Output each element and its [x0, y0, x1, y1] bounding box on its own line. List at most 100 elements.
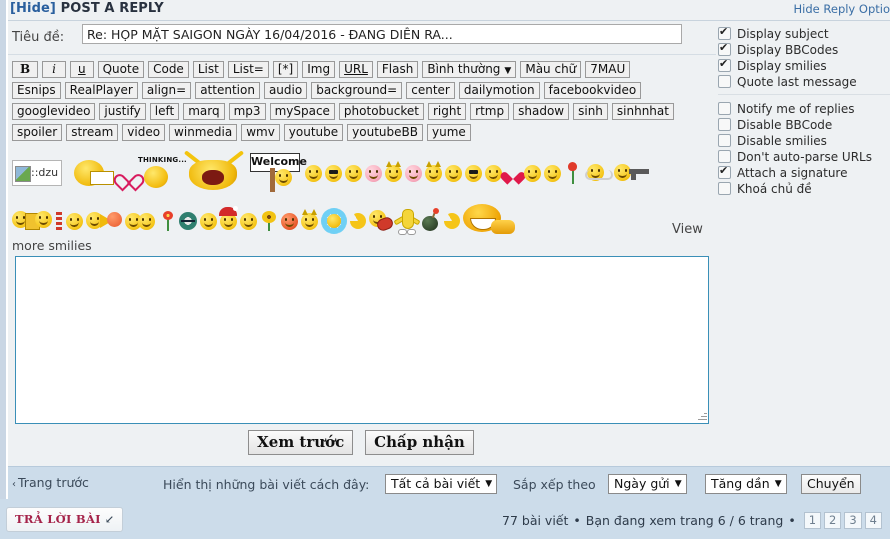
smiley-gun-icon[interactable]: [614, 162, 652, 184]
submit-button[interactable]: Chấp nhận: [365, 430, 474, 455]
bbcode-list-eq-button[interactable]: List=: [227, 61, 269, 78]
smiley-laugh-icon[interactable]: [345, 164, 362, 182]
smiley-banana-dance-icon[interactable]: [393, 207, 421, 235]
smiley-angry-devil-icon[interactable]: [425, 160, 442, 182]
bbcode-photobucket-button[interactable]: photobucket: [338, 103, 424, 120]
page-link-2[interactable]: 2: [824, 512, 842, 529]
checkbox-display-subject[interactable]: [718, 25, 731, 40]
smiley-beer-cheers-icon[interactable]: [12, 210, 52, 232]
bbcode-shadow-button[interactable]: shadow: [513, 103, 570, 120]
broken-image-smiley[interactable]: ::dzu: [12, 160, 62, 186]
view-more-smilies-link[interactable]: View: [672, 222, 703, 237]
page-link-4[interactable]: 4: [864, 512, 882, 529]
smiley-happy-icon[interactable]: [544, 164, 561, 182]
option-lock-topic[interactable]: Khoá chủ đề: [718, 181, 890, 196]
bbcode-listitem-button[interactable]: [*]: [272, 61, 299, 78]
smiley-pink-icon[interactable]: [405, 164, 422, 182]
smiley-fire-icon[interactable]: [281, 212, 298, 230]
option-display-smilies[interactable]: Display smilies: [718, 57, 890, 73]
bbcode-video-button[interactable]: video: [122, 124, 166, 141]
bbcode-stream-button[interactable]: stream: [66, 124, 119, 141]
bbcode-audio-button[interactable]: audio: [263, 82, 308, 99]
display-range-select[interactable]: Tất cả bài viết ▼: [385, 474, 498, 494]
bbcode-flash-button[interactable]: Flash: [376, 61, 419, 78]
subject-input[interactable]: [82, 24, 682, 44]
bbcode-yume-button[interactable]: yume: [426, 124, 471, 141]
option-quote-last-message[interactable]: Quote last message: [718, 74, 890, 89]
smiley-welcome-sign-icon[interactable]: Welcome: [248, 153, 307, 193]
option-disable-smilies[interactable]: Disable smilies: [718, 133, 890, 148]
smiley-blush-icon[interactable]: [365, 164, 382, 182]
sort-order-select[interactable]: Tăng dần ▼: [705, 474, 787, 494]
bbcode-youtube-button[interactable]: youtube: [283, 124, 344, 141]
bbcode-sinh-button[interactable]: sinh: [573, 103, 608, 120]
smiley-bomb-icon[interactable]: [421, 208, 441, 231]
message-textarea[interactable]: [15, 256, 709, 424]
bbcode-italic-button[interactable]: i: [42, 61, 66, 78]
bbcode-quote-button[interactable]: Quote: [97, 61, 145, 78]
option-disable-bbcode[interactable]: Disable BBCode: [718, 117, 890, 132]
reply-to-topic-button[interactable]: TRẢ LỜI BÀI ↙: [6, 507, 124, 532]
smiley-smile-icon[interactable]: [524, 164, 541, 182]
option-no-autoparse-urls[interactable]: Don't auto-parse URLs: [718, 149, 890, 164]
sort-field-select[interactable]: Ngày gửi ▼: [608, 474, 687, 494]
bbcode-right-button[interactable]: right: [427, 103, 467, 120]
bbcode-attention-button[interactable]: attention: [195, 82, 260, 99]
checkbox-attach-signature[interactable]: [718, 164, 731, 179]
bbcode-background-button[interactable]: background=: [311, 82, 403, 99]
bbcode-left-button[interactable]: left: [149, 103, 180, 120]
smiley-pacman2-icon[interactable]: [444, 213, 460, 229]
smiley-heart-outline-icon[interactable]: [119, 166, 135, 181]
smiley-redbar-icon[interactable]: [55, 210, 63, 232]
smiley-bigsmile-icon[interactable]: [240, 212, 257, 230]
bbcode-facebookvideo-button[interactable]: facebookvideo: [543, 82, 642, 99]
checkbox-quote-last-message[interactable]: [718, 75, 731, 88]
smiley-two-faces-icon[interactable]: [125, 212, 157, 231]
font-color-button[interactable]: Màu chữ: [520, 61, 582, 78]
more-smilies-link[interactable]: more smilies: [12, 238, 92, 253]
rainbow-color-button[interactable]: 7MAU: [585, 61, 631, 78]
bbcode-bold-button[interactable]: B: [12, 61, 39, 78]
bbcode-align-button[interactable]: align=: [141, 82, 192, 99]
smiley-devil-icon[interactable]: [385, 160, 402, 182]
bbcode-code-button[interactable]: Code: [148, 61, 189, 78]
smiley-flower-icon[interactable]: [160, 211, 176, 231]
go-button[interactable]: Chuyển: [801, 474, 861, 494]
smiley-surprised-icon[interactable]: [200, 212, 217, 230]
bbcode-wmv-button[interactable]: wmv: [241, 124, 280, 141]
smiley-scream-icon[interactable]: [183, 150, 245, 192]
checkbox-disable-smilies[interactable]: [718, 134, 731, 147]
bbcode-dailymotion-button[interactable]: dailymotion: [458, 82, 540, 99]
previous-page-link[interactable]: ‹ Trang trước: [12, 475, 89, 490]
checkbox-notify-replies[interactable]: [718, 102, 731, 115]
smiley-evil-icon[interactable]: [301, 208, 318, 230]
bbcode-mp3-button[interactable]: mp3: [228, 103, 266, 120]
option-attach-signature[interactable]: Attach a signature: [718, 164, 890, 180]
checkbox-display-smilies[interactable]: [718, 57, 731, 72]
smiley-mask-icon[interactable]: [179, 212, 197, 230]
smiley-pacman-icon[interactable]: [350, 213, 366, 229]
option-display-subject[interactable]: Display subject: [718, 25, 890, 41]
bbcode-myspace-button[interactable]: mySpace: [269, 103, 335, 120]
page-link-3[interactable]: 3: [844, 512, 862, 529]
bbcode-winmedia-button[interactable]: winmedia: [169, 124, 238, 141]
smiley-heart-icon[interactable]: [505, 166, 521, 181]
bbcode-list-button[interactable]: List: [192, 61, 224, 78]
smiley-wink-icon[interactable]: [485, 164, 502, 182]
bbcode-justify-button[interactable]: justify: [99, 103, 146, 120]
smiley-sunflower-icon[interactable]: [260, 211, 278, 231]
bbcode-realplayer-button[interactable]: RealPlayer: [64, 82, 138, 99]
smiley-flower-face-icon[interactable]: [321, 208, 347, 234]
bbcode-center-button[interactable]: center: [406, 82, 455, 99]
bbcode-img-button[interactable]: Img: [302, 61, 336, 78]
page-link-1[interactable]: 1: [803, 512, 822, 529]
bbcode-spoiler-button[interactable]: spoiler: [12, 124, 63, 141]
smiley-cool-icon[interactable]: [325, 164, 342, 182]
smiley-megaphone-icon[interactable]: [86, 210, 122, 232]
smiley-santa-icon[interactable]: [219, 205, 238, 230]
bbcode-googlevideo-button[interactable]: googlevideo: [12, 103, 96, 120]
checkbox-display-bbcodes[interactable]: [718, 41, 731, 56]
smiley-tongue-icon[interactable]: [66, 212, 83, 230]
smiley-guitar-icon[interactable]: [369, 210, 395, 233]
smiley-fish-card-icon[interactable]: [70, 158, 116, 188]
